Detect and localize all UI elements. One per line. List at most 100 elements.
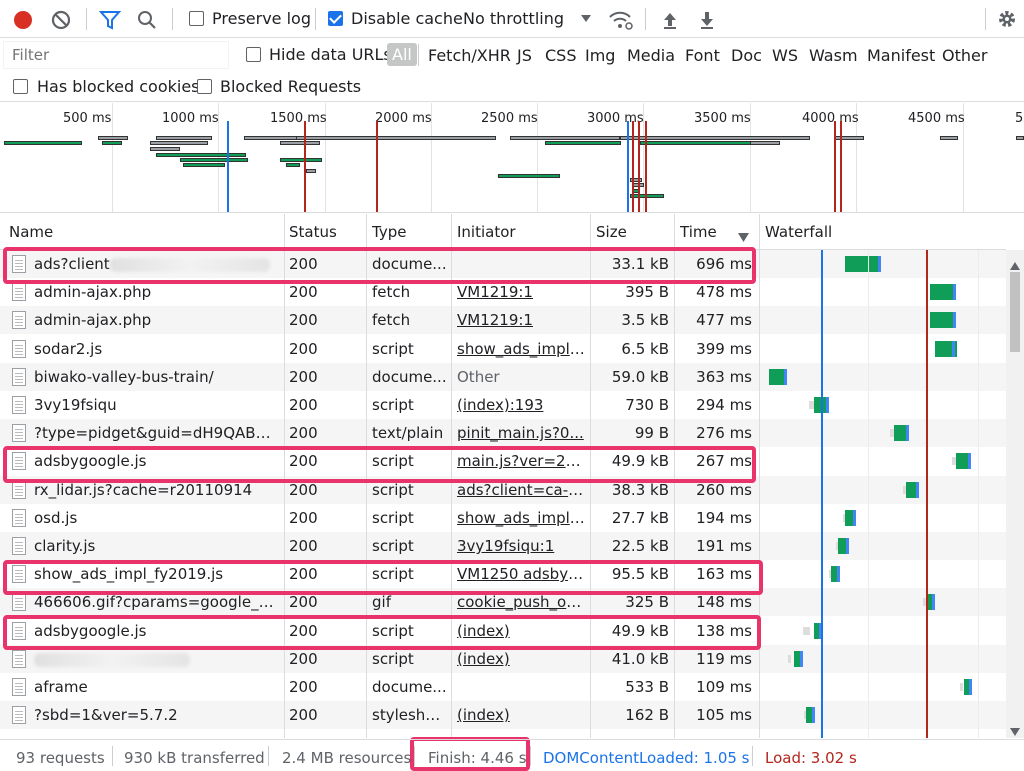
request-name[interactable]: rx_lidar.js?cache=r20110914 xyxy=(34,481,280,499)
table-row[interactable]: admin-ajax.php 200 fetch VM1219:1 395 B 478 m… xyxy=(0,278,1006,306)
initiator-cell[interactable]: show_ads_impl_... xyxy=(457,340,585,358)
overview-bar xyxy=(180,158,248,162)
table-row[interactable]: adsbygoogle.js 200 script main.js?ver=2.4..… xyxy=(0,447,1006,475)
column-header-status[interactable]: Status xyxy=(289,223,337,241)
table-row[interactable]: adsbygoogle.js 200 script (index) 49.9 kB 138… xyxy=(0,617,1006,645)
type-cell: gif xyxy=(372,593,391,612)
type-cell: docume... xyxy=(372,367,447,386)
initiator-cell[interactable]: (index) xyxy=(457,650,585,668)
disable-cache-checkbox[interactable] xyxy=(328,11,343,26)
hide-data-urls-checkbox[interactable] xyxy=(246,47,261,62)
request-name[interactable]: adsbygoogle.js xyxy=(34,452,280,470)
type-filter-media[interactable]: Media xyxy=(627,46,675,65)
type-cell: docume... xyxy=(372,678,447,696)
export-har-icon[interactable] xyxy=(697,9,717,31)
initiator-cell[interactable]: main.js?ver=2.4.... xyxy=(457,452,585,470)
file-icon xyxy=(12,649,26,668)
type-filter-other[interactable]: Other xyxy=(942,46,987,65)
request-name[interactable]: 466606.gif?cparams=google_pu... xyxy=(34,593,280,611)
overview-bar xyxy=(280,158,322,162)
request-name[interactable]: adsbygoogle.js xyxy=(34,622,280,640)
import-har-icon[interactable] xyxy=(660,9,680,31)
initiator-cell[interactable]: VM1250 adsbyg... xyxy=(457,565,585,583)
request-name[interactable]: clarity.js xyxy=(34,537,280,555)
type-filter-wasm[interactable]: Wasm xyxy=(809,46,858,65)
timeline-overview[interactable]: 500 ms 1000 ms 1500 ms 2000 ms 2500 ms 3… xyxy=(0,103,1024,213)
settings-gear-icon[interactable] xyxy=(996,8,1018,30)
has-blocked-cookies-checkbox[interactable] xyxy=(13,79,28,94)
column-header-type[interactable]: Type xyxy=(372,223,406,241)
type-filter-js[interactable]: JS xyxy=(517,46,532,65)
scroll-down-arrow-icon[interactable] xyxy=(1010,722,1020,740)
table-row[interactable]: ?sbd=1&ver=5.7.2 200 stylesheet (index) 162 … xyxy=(0,701,1006,730)
filter-icon[interactable] xyxy=(98,9,122,31)
filter-input[interactable] xyxy=(3,41,229,69)
size-cell: 59.0 kB xyxy=(611,367,669,386)
load-line xyxy=(304,121,306,212)
blocked-requests-checkbox[interactable] xyxy=(197,79,212,94)
sort-descending-icon[interactable] xyxy=(738,228,749,246)
type-filter-fetch-xhr[interactable]: Fetch/XHR xyxy=(428,46,511,65)
column-header-name[interactable]: Name xyxy=(9,223,53,241)
table-row[interactable]: 466606.gif?cparams=google_pu... 200 gif coo… xyxy=(0,588,1006,617)
table-row[interactable]: osd.js 200 script show_ads_impl_... 27.7 kB 1… xyxy=(0,504,1006,532)
table-row[interactable]: ads?client 200 docume... 33.1 kB 696 ms xyxy=(0,250,1006,278)
table-row[interactable]: ?type=pidget&guid=dH9QABH... 200 text/plai… xyxy=(0,419,1006,448)
column-header-size[interactable]: Size xyxy=(596,223,627,241)
initiator-cell[interactable]: cookie_push_on... xyxy=(457,593,585,611)
scrollbar-thumb[interactable] xyxy=(1010,272,1020,352)
type-filter-font[interactable]: Font xyxy=(685,46,720,65)
request-name[interactable]: sodar2.js xyxy=(34,340,280,358)
overview-tick: 500 ms xyxy=(63,111,112,126)
table-row[interactable]: show_ads_impl_fy2019.js 200 script VM1250 a… xyxy=(0,560,1006,588)
type-filter-img[interactable]: Img xyxy=(585,46,615,65)
initiator-cell[interactable]: (index) xyxy=(457,622,585,640)
status-cell: 200 xyxy=(289,255,318,273)
table-row[interactable]: clarity.js 200 script 3vy19fsiqu:1 22.5 kB 19… xyxy=(0,532,1006,560)
initiator-cell[interactable]: VM1219:1 xyxy=(457,283,585,301)
request-name[interactable]: show_ads_impl_fy2019.js xyxy=(34,565,280,583)
table-scrollbar[interactable] xyxy=(1006,250,1024,738)
initiator-cell[interactable]: pinit_main.js?0... xyxy=(457,424,585,442)
initiator-cell[interactable]: (index) xyxy=(457,706,585,724)
file-icon xyxy=(12,367,26,386)
request-name[interactable]: biwako-valley-bus-train/ xyxy=(34,368,280,386)
type-filter-ws[interactable]: WS xyxy=(772,46,798,65)
initiator-cell[interactable]: (index):193 xyxy=(457,396,585,414)
search-icon[interactable] xyxy=(136,9,158,31)
request-name[interactable]: ?type=pidget&guid=dH9QABH... xyxy=(34,424,280,442)
initiator-cell[interactable]: ads?client=ca-p... xyxy=(457,481,585,499)
type-filter-manifest[interactable]: Manifest xyxy=(867,46,935,65)
type-filter-doc[interactable]: Doc xyxy=(731,46,762,65)
table-row[interactable]: 200 script (index) 41.0 kB 119 ms xyxy=(0,644,1006,673)
type-filter-css[interactable]: CSS xyxy=(545,46,576,65)
table-row[interactable]: admin-ajax.php 200 fetch VM1219:1 3.5 kB 477 … xyxy=(0,306,1006,335)
request-name[interactable]: 3vy19fsiqu xyxy=(34,396,280,414)
dom-content-loaded-time: DOMContentLoaded: 1.05 s xyxy=(543,749,750,767)
initiator-cell[interactable]: show_ads_impl_... xyxy=(457,509,585,527)
request-name[interactable]: ?sbd=1&ver=5.7.2 xyxy=(34,706,280,724)
size-cell: 395 B xyxy=(625,283,669,302)
request-name[interactable]: osd.js xyxy=(34,509,280,527)
table-row[interactable]: biwako-valley-bus-train/200 docume... Othe… xyxy=(0,362,1006,391)
initiator-cell[interactable]: VM1219:1 xyxy=(457,311,585,329)
table-row[interactable]: sodar2.js 200 script show_ads_impl_... 6.5 k… xyxy=(0,335,1006,363)
table-row[interactable]: rx_lidar.js?cache=r20110914 200 script ads?… xyxy=(0,475,1006,504)
request-name[interactable]: admin-ajax.php xyxy=(34,283,280,301)
record-icon[interactable] xyxy=(12,9,34,31)
network-conditions-icon[interactable] xyxy=(608,8,634,32)
column-header-initiator[interactable]: Initiator xyxy=(457,223,516,241)
load-line xyxy=(834,121,836,212)
column-header-waterfall[interactable]: Waterfall xyxy=(765,223,832,241)
chevron-down-icon[interactable] xyxy=(579,12,593,26)
clear-icon[interactable] xyxy=(50,9,72,31)
table-row[interactable]: aframe 200 docume... 533 B 109 ms xyxy=(0,673,1006,701)
type-filter-all[interactable]: All xyxy=(387,43,417,66)
preserve-log-checkbox[interactable] xyxy=(189,11,204,26)
throttling-select[interactable]: No throttling xyxy=(463,9,564,28)
request-name[interactable]: admin-ajax.php xyxy=(34,311,280,329)
table-row[interactable]: 3vy19fsiqu 200 script (index):193 730 B 294 m… xyxy=(0,391,1006,419)
request-name[interactable]: aframe xyxy=(34,678,280,696)
column-header-time[interactable]: Time xyxy=(680,223,717,241)
initiator-cell[interactable]: 3vy19fsiqu:1 xyxy=(457,537,585,555)
